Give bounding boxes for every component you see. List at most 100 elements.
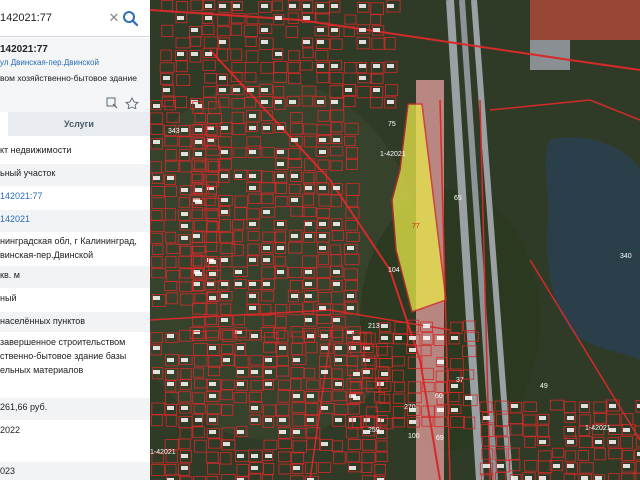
parcel-number-tag bbox=[331, 28, 338, 32]
star-icon[interactable] bbox=[124, 96, 140, 110]
parcel-number-tag bbox=[181, 454, 188, 458]
parcel-number-tag bbox=[331, 100, 338, 104]
parcel-number-tag bbox=[317, 100, 324, 104]
parcel-number-tag bbox=[353, 336, 360, 340]
parcel-number-tag bbox=[319, 306, 326, 310]
parcel-number-tag bbox=[279, 418, 286, 422]
tab-services[interactable]: Услуги bbox=[44, 112, 114, 136]
parcel-number-tag bbox=[353, 372, 360, 376]
parcel-number-tag bbox=[219, 4, 226, 8]
property-row[interactable]: 142021:77 bbox=[0, 187, 150, 209]
parcel-number-tag bbox=[437, 336, 444, 340]
panel-tabs: Услуги bbox=[0, 112, 150, 136]
parcel-number-tag bbox=[221, 282, 228, 286]
parcel-number-tag bbox=[251, 370, 258, 374]
parcel-number-tag bbox=[167, 382, 174, 386]
parcel-number-tag bbox=[609, 440, 616, 444]
parcel-number-tag bbox=[437, 408, 444, 412]
property-row-text: ьный участок bbox=[0, 168, 56, 178]
parcel-number-tag bbox=[265, 358, 272, 362]
parcel-number-tag bbox=[263, 258, 270, 262]
property-row-text: населённых пунктов bbox=[0, 316, 86, 326]
parcel-number-tag bbox=[195, 140, 202, 144]
parcel-number-tag bbox=[319, 222, 326, 226]
parcel-number-tag bbox=[249, 258, 256, 262]
parcel-number-tag bbox=[497, 464, 504, 468]
close-icon[interactable]: ✕ bbox=[108, 9, 120, 27]
parcel-number-tag bbox=[195, 200, 202, 204]
map-label: 259 bbox=[368, 427, 380, 434]
parcel-number-tag bbox=[235, 270, 242, 274]
parcel-number-tag bbox=[275, 16, 282, 20]
parcel-number-tag bbox=[181, 152, 188, 156]
parcel-number-tag bbox=[319, 246, 326, 250]
parcel-number-tag bbox=[261, 88, 268, 92]
parcel-number-tag bbox=[333, 222, 340, 226]
property-row-text: нинградская обл, г Калининград, bbox=[0, 236, 137, 246]
parcel-number-tag bbox=[335, 346, 342, 350]
parcel-number-tag bbox=[307, 418, 314, 422]
parcel-number-tag bbox=[209, 394, 216, 398]
parcel-number-tag bbox=[319, 150, 326, 154]
parcel-number-tag bbox=[321, 346, 328, 350]
property-row: кв. м bbox=[0, 266, 150, 288]
parcel-number-tag bbox=[409, 348, 416, 352]
property-row: ельных материалов bbox=[0, 361, 150, 375]
parcel-number-tag bbox=[381, 324, 388, 328]
property-row: населённых пунктов bbox=[0, 312, 150, 332]
parcel-number-tag bbox=[275, 100, 282, 104]
parcel-number-tag bbox=[331, 64, 338, 68]
search-button[interactable] bbox=[120, 6, 142, 30]
parcel-number-tag bbox=[335, 418, 342, 422]
parcel-number-tag bbox=[349, 466, 356, 470]
parcel-number-tag bbox=[347, 306, 354, 310]
zoom-to-icon[interactable] bbox=[106, 97, 118, 109]
parcel-number-tag bbox=[265, 454, 272, 458]
parcel-number-tag bbox=[567, 416, 574, 420]
parcel-number-tag bbox=[291, 198, 298, 202]
object-address-link[interactable]: ул Двинская-пер.Двинской bbox=[0, 58, 99, 67]
parcel-number-tag bbox=[333, 270, 340, 274]
map-label: 49 bbox=[540, 383, 548, 390]
property-row-text[interactable]: 142021:77 bbox=[0, 191, 43, 201]
parcel-number-tag bbox=[261, 100, 268, 104]
parcel-number-tag bbox=[359, 76, 366, 80]
property-row-text: кв. м bbox=[0, 270, 20, 280]
search-input[interactable] bbox=[0, 9, 102, 27]
parcel-number-tag bbox=[181, 418, 188, 422]
parcel-number-tag bbox=[193, 234, 200, 238]
map-label: 69 bbox=[436, 435, 444, 442]
parcel-number-tag bbox=[347, 294, 354, 298]
parcel-number-tag bbox=[209, 260, 216, 264]
parcel-number-tag bbox=[319, 234, 326, 238]
parcel-number-tag bbox=[249, 150, 256, 154]
parcel-number-tag bbox=[205, 52, 212, 56]
parcel-number-tag bbox=[333, 282, 340, 286]
parcel-number-tag bbox=[153, 370, 160, 374]
parcel-number-tag bbox=[261, 28, 268, 32]
parcel-number-tag bbox=[539, 476, 546, 480]
parcel-number-tag bbox=[305, 270, 312, 274]
cadastral-map[interactable]: 77 1-42021 75 65 104 343 340 1-42021 270 259 60 37… bbox=[150, 0, 640, 480]
parcel-number-tag bbox=[223, 442, 230, 446]
parcel-number-tag bbox=[195, 418, 202, 422]
parcel-number-tag bbox=[235, 282, 242, 286]
parcel-number-tag bbox=[251, 334, 258, 338]
parcel-number-tag bbox=[317, 4, 324, 8]
parcel-number-tag bbox=[249, 126, 256, 130]
parcel-number-tag bbox=[581, 476, 588, 480]
property-row-text: ный bbox=[0, 293, 17, 303]
property-row[interactable]: 142021 bbox=[0, 210, 150, 232]
parcel-number-tag bbox=[181, 224, 188, 228]
parcel-number-tag bbox=[437, 360, 444, 364]
parcel-number-tag bbox=[167, 334, 174, 338]
parcel-number-tag bbox=[451, 384, 458, 388]
tab-info[interactable] bbox=[0, 112, 8, 136]
parcel-number-tag bbox=[223, 358, 230, 362]
selected-parcel-label: 77 bbox=[412, 223, 420, 230]
property-row: ьный участок bbox=[0, 164, 150, 186]
parcel-number-tag bbox=[265, 418, 272, 422]
parcel-number-tag bbox=[317, 28, 324, 32]
property-row-text[interactable]: 142021 bbox=[0, 214, 30, 224]
parcel-number-tag bbox=[293, 358, 300, 362]
